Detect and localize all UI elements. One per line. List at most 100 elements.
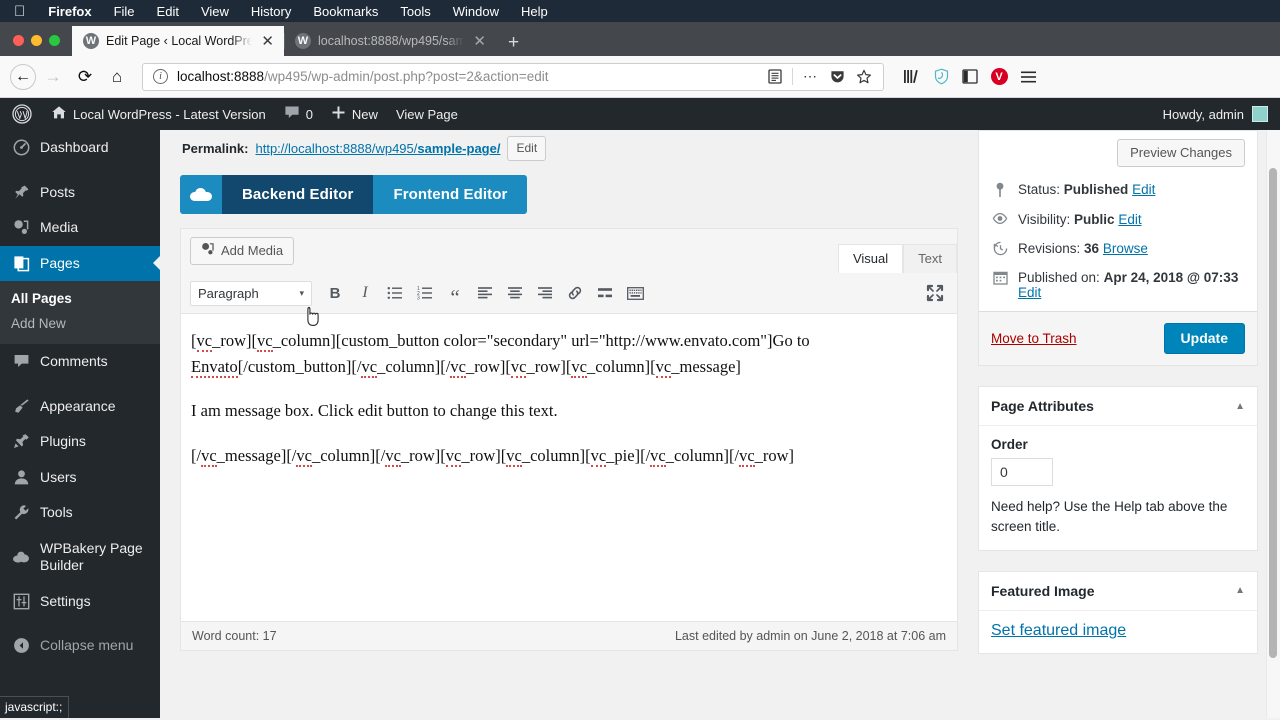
close-tab-1-icon[interactable]: ✕ [259, 34, 276, 49]
wpbakery-cloud-icon [180, 175, 222, 214]
fullscreen-icon[interactable] [922, 280, 948, 306]
pocket-icon[interactable] [824, 64, 850, 90]
close-tab-2-icon[interactable]: ✕ [471, 34, 488, 49]
bulleted-list-icon[interactable] [382, 280, 408, 306]
menu-view[interactable]: View [190, 4, 240, 19]
published-on-edit-link[interactable]: Edit [1018, 285, 1041, 300]
reload-button[interactable]: ⟳ [70, 62, 100, 92]
browser-tab-2[interactable]: W localhost:8888/wp495/sample- ✕ [284, 26, 496, 56]
sidebar-item-appearance[interactable]: Appearance [0, 389, 160, 425]
chevron-up-icon[interactable]: ▲ [1235, 401, 1245, 412]
tab-visual[interactable]: Visual [837, 244, 904, 273]
update-button[interactable]: Update [1163, 323, 1245, 354]
menu-help[interactable]: Help [510, 4, 559, 19]
sidebar-item-settings[interactable]: Settings [0, 584, 160, 620]
url-bar[interactable]: i localhost:8888/wp495/wp-admin/post.php… [142, 62, 884, 91]
revisions-browse-link[interactable]: Browse [1103, 241, 1148, 256]
read-more-icon[interactable] [592, 280, 618, 306]
site-name-item[interactable]: Local WordPress - Latest Version [42, 98, 275, 130]
status-label: Status: [1018, 182, 1061, 197]
sidebar-item-tools[interactable]: Tools [0, 495, 160, 531]
visibility-edit-link[interactable]: Edit [1118, 212, 1141, 227]
howdy-item[interactable]: Howdy, admin [1163, 106, 1280, 122]
browser-tab-2-title: localhost:8888/wp495/sample- [318, 34, 465, 48]
set-featured-image-link[interactable]: Set featured image [991, 622, 1126, 639]
sidebar-item-posts[interactable]: Posts [0, 175, 160, 211]
menu-history[interactable]: History [240, 4, 302, 19]
browser-navbar: ← → ⟳ ⌂ i localhost:8888/wp495/wp-admin/… [0, 56, 1280, 98]
page-attributes-header[interactable]: Page Attributes ▲ [979, 387, 1257, 426]
menu-file[interactable]: File [103, 4, 146, 19]
paragraph-format-select[interactable]: Paragraph ▾ [190, 280, 312, 306]
sidebar-item-comments[interactable]: Comments [0, 344, 160, 380]
permalink-link[interactable]: http://localhost:8888/wp495/sample-page/ [255, 141, 500, 156]
new-content-item[interactable]: New [322, 98, 387, 130]
wordpress-logo-icon[interactable] [0, 98, 42, 130]
apple-logo-icon[interactable]:  [10, 4, 37, 19]
menu-tools[interactable]: Tools [389, 4, 441, 19]
shield-icon[interactable] [927, 63, 955, 91]
page-actions-icon[interactable]: ⋯ [797, 64, 823, 90]
bookmark-star-icon[interactable] [851, 64, 877, 90]
sidebar-item-users[interactable]: Users [0, 460, 160, 496]
align-right-icon[interactable] [532, 280, 558, 306]
edit-permalink-button[interactable]: Edit [507, 136, 547, 161]
numbered-list-icon[interactable]: 123 [412, 280, 438, 306]
minimize-window-button[interactable] [31, 35, 42, 46]
reader-view-icon[interactable] [762, 64, 788, 90]
permalink-label: Permalink: [182, 141, 249, 156]
view-page-item[interactable]: View Page [387, 98, 467, 130]
backend-editor-button[interactable]: Backend Editor [222, 175, 374, 214]
add-media-button[interactable]: Add Media [190, 237, 295, 265]
preview-changes-button[interactable]: Preview Changes [1117, 139, 1245, 167]
sidebar-subitem-all-pages[interactable]: All Pages [0, 286, 160, 311]
sidebar-item-media[interactable]: Media [0, 210, 160, 246]
site-info-icon[interactable]: i [153, 69, 168, 84]
bold-icon[interactable]: B [322, 280, 348, 306]
library-icon[interactable] [898, 63, 926, 91]
toolbar-toggle-icon[interactable] [622, 280, 648, 306]
new-tab-button[interactable]: + [496, 33, 531, 56]
italic-icon[interactable]: I [352, 280, 378, 306]
sidebar-item-appearance-label: Appearance [40, 397, 116, 414]
chevron-up-icon[interactable]: ▲ [1235, 585, 1245, 596]
comments-item[interactable]: 0 [275, 98, 322, 130]
frontend-editor-button[interactable]: Frontend Editor [373, 175, 528, 214]
browser-tab-1[interactable]: W Edit Page ‹ Local WordPress - L ✕ [72, 26, 284, 56]
close-window-button[interactable] [13, 35, 24, 46]
sidebar-icon[interactable] [956, 63, 984, 91]
editor-columns: Permalink: http://localhost:8888/wp495/s… [180, 130, 1280, 674]
sidebar-collapse-menu[interactable]: Collapse menu [0, 628, 160, 664]
home-button[interactable]: ⌂ [102, 62, 132, 92]
menu-bookmarks[interactable]: Bookmarks [302, 4, 389, 19]
editor-content-area[interactable]: [vc_row][vc_column][custom_button color=… [180, 314, 958, 622]
media-icon [11, 219, 31, 236]
hamburger-menu-icon[interactable] [1014, 63, 1042, 91]
pocket-badge-icon[interactable]: V [985, 63, 1013, 91]
menu-firefox[interactable]: Firefox [37, 4, 102, 19]
menu-edit[interactable]: Edit [146, 4, 190, 19]
align-left-icon[interactable] [472, 280, 498, 306]
sidebar-item-media-label: Media [40, 219, 79, 235]
align-center-icon[interactable] [502, 280, 528, 306]
tab-text[interactable]: Text [903, 244, 957, 273]
insert-link-icon[interactable] [562, 280, 588, 306]
move-to-trash-link[interactable]: Move to Trash [991, 331, 1077, 346]
featured-image-header[interactable]: Featured Image ▲ [979, 572, 1257, 611]
order-input[interactable] [991, 458, 1053, 486]
sidebar-item-plugins[interactable]: Plugins [0, 424, 160, 460]
maximize-window-button[interactable] [49, 35, 60, 46]
window-traffic-lights [0, 35, 72, 56]
sidebar-item-pages[interactable]: Pages [0, 245, 160, 281]
status-edit-link[interactable]: Edit [1132, 182, 1155, 197]
sidebar-subitem-add-new[interactable]: Add New [0, 311, 160, 336]
back-button[interactable]: ← [10, 63, 36, 90]
chevron-down-icon: ▾ [299, 287, 304, 298]
sidebar-item-wpbakery-page-builder[interactable]: WPBakery Page Builder [0, 531, 160, 584]
forward-button[interactable]: → [38, 62, 68, 92]
page-scrollbar-thumb[interactable] [1269, 168, 1277, 658]
sidebar-item-dashboard[interactable]: Dashboard [0, 130, 160, 166]
menu-window[interactable]: Window [442, 4, 510, 19]
page-attributes-panel: Page Attributes ▲ Order Need help? Use t… [978, 386, 1258, 551]
blockquote-icon[interactable]: “ [442, 280, 468, 307]
